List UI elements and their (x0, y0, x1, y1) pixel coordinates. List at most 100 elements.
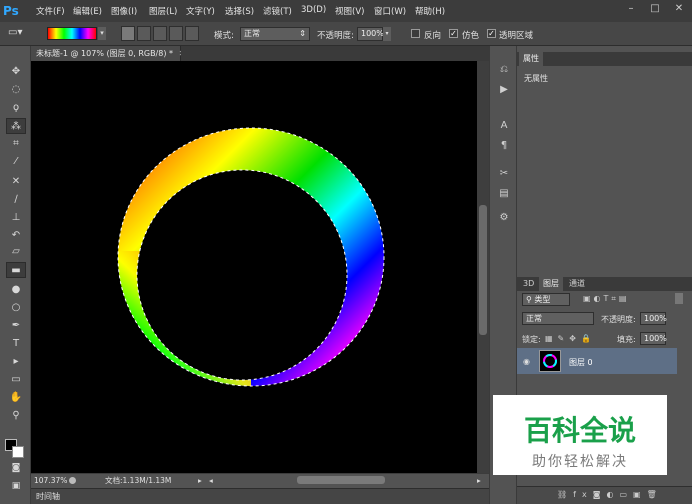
transparency-checkbox[interactable]: ✓ (487, 29, 496, 38)
reverse-label: 反向 (424, 31, 442, 41)
reflected-gradient-button[interactable] (169, 26, 183, 41)
mode-value: 正常 (244, 29, 260, 38)
status-bar: 107.37% 文档:1.13M/1.13M ▸ ◂ ▸ (31, 473, 489, 488)
eyedropper-icon[interactable]: ⁄ (6, 154, 26, 170)
rainbow-ring (118, 128, 384, 386)
blur-icon[interactable]: ● (6, 282, 26, 298)
dodge-icon[interactable]: ○ (6, 300, 26, 316)
tab-3d[interactable]: 3D (519, 277, 538, 291)
blend-mode-select[interactable]: 正常 (522, 312, 594, 325)
tab-channels[interactable]: 通道 (565, 277, 589, 291)
tool-presets-icon[interactable]: ✂ (495, 166, 513, 182)
tab-layers[interactable]: 图层 (539, 277, 563, 291)
dither-checkbox[interactable]: ✓ (449, 29, 458, 38)
healing-icon[interactable]: ✕ (6, 174, 26, 190)
layer-visibility-eye-icon[interactable]: ◉ (523, 357, 530, 366)
menu-select[interactable]: 选择(S) (225, 5, 254, 17)
chevron-down-icon: ⇕ (299, 29, 306, 38)
layer-opacity-label: 不透明度: (601, 315, 636, 324)
paragraph-icon[interactable]: ¶ (495, 138, 513, 154)
character-icon[interactable]: A (495, 118, 513, 134)
angle-gradient-button[interactable] (153, 26, 167, 41)
mode-label: 模式: (214, 31, 234, 41)
layer-opacity-field[interactable]: 100% (640, 312, 667, 325)
marquee-icon[interactable]: ◌ (6, 82, 26, 98)
actions-icon[interactable]: ▶ (495, 82, 513, 98)
background-color-swatch[interactable] (12, 446, 24, 458)
diamond-gradient-button[interactable] (185, 26, 199, 41)
gradient-tool-preset-icon[interactable]: ▭▾ (8, 27, 30, 41)
path-select-icon[interactable]: ▸ (6, 354, 26, 370)
status-menu-arrow-icon[interactable]: ▸ (198, 474, 202, 488)
gradient-picker[interactable] (47, 27, 97, 40)
scroll-left-icon[interactable]: ◂ (209, 474, 213, 488)
menu-type[interactable]: 文字(Y) (186, 5, 215, 17)
tab-strip (181, 46, 489, 61)
pen-icon[interactable]: ✒ (6, 318, 26, 334)
status-info-icon[interactable] (69, 477, 76, 484)
menu-window[interactable]: 窗口(W) (374, 5, 406, 17)
search-icon: ⚲ (526, 295, 532, 304)
vertical-scrollbar-thumb[interactable] (479, 205, 487, 335)
menu-layer[interactable]: 图层(L) (149, 5, 177, 17)
layer-filter-icons[interactable]: ▣◐T⌗▤ (583, 294, 630, 304)
magic-wand-icon[interactable]: ⁂ (6, 118, 26, 134)
gradient-dropdown-icon[interactable]: ▾ (98, 27, 106, 40)
zoom-level[interactable]: 107.37% (34, 474, 67, 488)
dither-label: 仿色 (462, 31, 480, 41)
menu-file[interactable]: 文件(F) (36, 5, 65, 17)
gradient-icon[interactable]: ▬ (6, 262, 26, 278)
document-tab[interactable]: 未标题-1 @ 107% (图层 0, RGB/8) * ✕ (31, 46, 185, 61)
canvas-artwork (117, 127, 385, 387)
radial-gradient-button[interactable] (137, 26, 151, 41)
minimize-button[interactable]: – (620, 1, 642, 17)
stamp-icon[interactable]: ⊥ (6, 210, 26, 226)
filter-toggle[interactable] (675, 293, 683, 304)
layer-thumbnail-art (543, 354, 557, 368)
menu-edit[interactable]: 编辑(E) (73, 5, 102, 17)
move-icon[interactable]: ✥ (6, 64, 26, 80)
photoshop-logo: Ps (3, 4, 19, 18)
maximize-button[interactable]: □ (644, 1, 666, 17)
document-tab-title: 未标题-1 @ 107% (图层 0, RGB/8) * (36, 49, 174, 58)
opacity-dropdown-icon[interactable]: ▾ (383, 27, 391, 41)
layers-action-icons[interactable]: ⛓fx◙◐▭▣🗑 (557, 490, 663, 499)
reverse-checkbox[interactable] (411, 29, 420, 38)
menu-help[interactable]: 帮助(H) (415, 5, 445, 17)
hand-icon[interactable]: ✋ (6, 390, 26, 406)
quick-mask-icon[interactable]: ◙ (6, 460, 26, 476)
linear-gradient-button[interactable] (121, 26, 135, 41)
layer-filter-select[interactable]: ⚲ 类型 (522, 293, 570, 306)
layer-name[interactable]: 图层 0 (569, 357, 593, 368)
tab-properties[interactable]: 属性 (519, 52, 543, 66)
timeline-panel[interactable]: 时间轴 (31, 488, 489, 504)
close-window-button[interactable]: ✕ (668, 1, 690, 17)
lasso-icon[interactable]: ϙ (6, 100, 26, 116)
zoom-icon[interactable]: ⚲ (6, 408, 26, 424)
lock-icons[interactable]: ▦✎✥🔒 (545, 334, 596, 343)
adjust-icon[interactable]: ⚙ (495, 210, 513, 226)
scroll-right-icon[interactable]: ▸ (477, 474, 481, 488)
history-brush-icon[interactable]: ↶ (6, 228, 26, 244)
brush-presets-icon[interactable]: ▤ (495, 186, 513, 202)
transparency-label: 透明区域 (499, 31, 534, 41)
brush-icon[interactable]: ∕ (6, 192, 26, 208)
tools-panel: ✥ ◌ ϙ ⁂ ⌗ ⁄ ✕ ∕ ⊥ ↶ ▱ ▬ ● ○ ✒ T ▸ ▭ ✋ ⚲ … (0, 46, 31, 504)
shape-icon[interactable]: ▭ (6, 372, 26, 388)
menu-view[interactable]: 视图(V) (335, 5, 364, 17)
opacity-label: 不透明度: (317, 31, 354, 41)
crop-icon[interactable]: ⌗ (6, 136, 26, 152)
menu-filter[interactable]: 滤镜(T) (263, 5, 292, 17)
canvas[interactable] (31, 61, 477, 473)
history-icon[interactable]: ⎌ (495, 62, 513, 78)
type-icon[interactable]: T (6, 336, 26, 352)
menu-image[interactable]: 图像(I) (111, 5, 137, 17)
layers-bottom-bar: ⛓fx◙◐▭▣🗑 (517, 486, 692, 504)
fill-field[interactable]: 100% (640, 332, 667, 345)
menu-3d[interactable]: 3D(D) (301, 5, 326, 15)
eraser-icon[interactable]: ▱ (6, 244, 26, 260)
mode-select[interactable]: 正常 ⇕ (240, 27, 310, 41)
screen-mode-icon[interactable]: ▣ (6, 478, 26, 494)
horizontal-scrollbar-thumb[interactable] (297, 476, 385, 484)
opacity-field[interactable]: 100% (357, 27, 384, 41)
